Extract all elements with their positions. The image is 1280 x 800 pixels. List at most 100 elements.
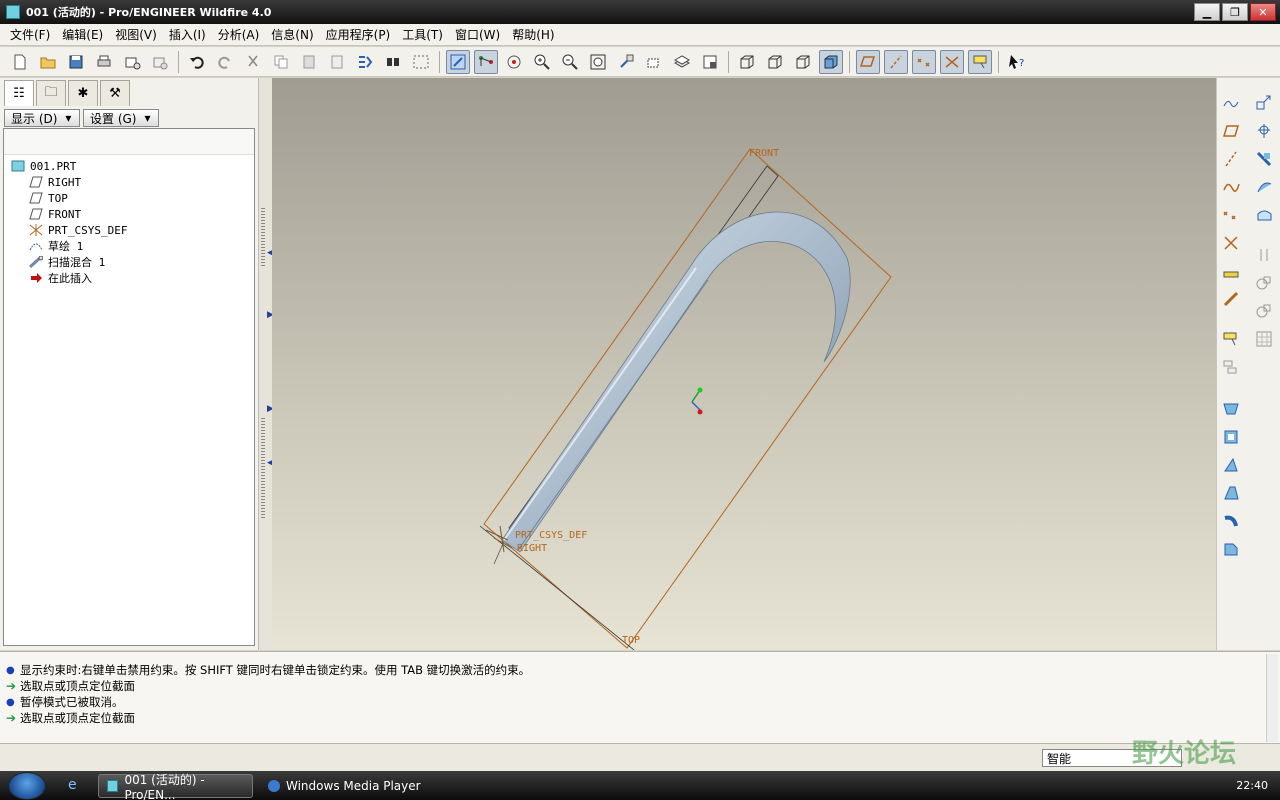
datum-curve-tool-icon[interactable] (1220, 176, 1242, 198)
minimize-button[interactable]: ▁ (1194, 3, 1220, 21)
paste-icon[interactable] (297, 50, 321, 74)
copy-icon[interactable] (269, 50, 293, 74)
save-icon[interactable] (64, 50, 88, 74)
redo-icon[interactable] (213, 50, 237, 74)
taskbar-button-media-player[interactable]: Windows Media Player (260, 774, 440, 798)
menu-tools[interactable]: 工具(T) (396, 26, 449, 43)
rib-tool-icon[interactable] (1220, 482, 1242, 504)
tab-folder-browser[interactable]: 🗀 (36, 80, 66, 106)
restore-button[interactable]: ❐ (1222, 3, 1248, 21)
message-text: 暂停模式已被取消。 (20, 695, 124, 709)
view-manager-icon[interactable] (698, 50, 722, 74)
swept-blend-body[interactable] (501, 211, 851, 553)
zoom-out-icon[interactable] (558, 50, 582, 74)
tree-item-insert-here[interactable]: 在此插入 (4, 270, 254, 286)
menu-file[interactable]: 文件(F) (4, 26, 56, 43)
open-folder-icon[interactable] (36, 50, 60, 74)
datum-point-display-icon[interactable] (912, 49, 936, 74)
csys-display-icon[interactable] (940, 49, 964, 74)
menu-applications[interactable]: 应用程序(P) (320, 26, 397, 43)
find-icon[interactable] (381, 50, 405, 74)
graphics-window[interactable]: FRONT PRT_CSYS_DEF RIGHT TOP (272, 78, 1216, 650)
taskbar-button-proe[interactable]: 001 (活动的) - Pro/EN... (98, 773, 253, 800)
shading-icon[interactable] (819, 49, 843, 74)
spin-center-icon[interactable] (474, 49, 498, 74)
menu-analysis[interactable]: 分析(A) (212, 26, 266, 43)
start-button[interactable] (8, 772, 46, 800)
browser-icon[interactable]: e (68, 777, 84, 793)
message-scrollbar[interactable] (1266, 654, 1278, 742)
paste-special-icon[interactable] (325, 50, 349, 74)
draft-tool-icon[interactable] (1220, 454, 1242, 476)
chamfer-tool-icon[interactable] (1220, 538, 1242, 560)
layers-icon[interactable] (670, 50, 694, 74)
no-hidden-icon[interactable] (791, 50, 815, 74)
saved-views-icon[interactable] (642, 50, 666, 74)
csys-tool-icon[interactable] (1220, 232, 1242, 254)
zoom-in-icon[interactable] (530, 50, 554, 74)
toolbar-separator (849, 50, 850, 73)
chain-tool-icon[interactable] (1220, 288, 1242, 310)
extend-tool-icon[interactable] (1253, 272, 1275, 294)
spin-center-z-axis (691, 401, 701, 411)
refit-icon[interactable] (586, 50, 610, 74)
menu-help[interactable]: 帮助(H) (506, 26, 560, 43)
repaint-icon[interactable] (446, 49, 470, 74)
project-tool-icon[interactable] (1253, 300, 1275, 322)
mirror-tool-icon[interactable] (1253, 120, 1275, 142)
hidden-line-icon[interactable] (763, 50, 787, 74)
menu-view[interactable]: 视图(V) (109, 26, 163, 43)
tree-item-right[interactable]: RIGHT (4, 174, 254, 190)
cut-icon[interactable] (241, 50, 265, 74)
panel-splitter[interactable]: ◀ ▶ ▶ ◀ (258, 78, 274, 650)
datum-axis-display-icon[interactable] (884, 49, 908, 74)
mail-attachment-icon[interactable] (148, 50, 172, 74)
tree-item-csys[interactable]: PRT_CSYS_DEF (4, 222, 254, 238)
new-file-icon[interactable] (8, 50, 32, 74)
pattern-tool-icon[interactable] (1253, 328, 1275, 350)
trim-tool-icon[interactable] (1253, 176, 1275, 198)
regenerate-icon[interactable] (353, 50, 377, 74)
copy-feature-icon[interactable] (1253, 92, 1275, 114)
tab-connections[interactable]: ⚒ (100, 80, 130, 106)
datum-plane-display-icon[interactable] (856, 49, 880, 74)
annotation-tool-icon[interactable] (1220, 328, 1242, 350)
tree-item-part[interactable]: 001.PRT (4, 158, 254, 174)
datum-point-tool-icon[interactable] (1220, 204, 1242, 226)
context-help-icon[interactable]: ? (1005, 50, 1029, 74)
round-tool-icon[interactable] (1220, 510, 1242, 532)
undo-icon[interactable] (185, 50, 209, 74)
show-dropdown[interactable]: 显示 (D) ▾ (4, 109, 80, 127)
tree-item-front[interactable]: FRONT (4, 206, 254, 222)
menu-window[interactable]: 窗口(W) (449, 26, 506, 43)
analysis-feature-icon[interactable] (1220, 260, 1242, 282)
orient-mode-icon[interactable] (502, 50, 526, 74)
selection-box-icon[interactable] (409, 50, 433, 74)
menu-insert[interactable]: 插入(I) (163, 26, 212, 43)
tab-model-tree[interactable]: ☷ (4, 80, 34, 106)
intersect-tool-icon[interactable] (1253, 244, 1275, 266)
menu-info[interactable]: 信息(N) (265, 26, 319, 43)
offset-tool-icon[interactable] (1253, 204, 1275, 226)
tree-item-swept-blend[interactable]: 扫描混合 1 (4, 254, 254, 270)
tab-favorites[interactable]: ✱ (68, 80, 98, 106)
reorient-icon[interactable] (614, 50, 638, 74)
clock[interactable]: 22:40 (1236, 779, 1268, 792)
annotation-display-icon[interactable] (968, 49, 992, 74)
shell-tool-icon[interactable] (1220, 426, 1242, 448)
menu-edit[interactable]: 编辑(E) (56, 26, 109, 43)
wireframe-icon[interactable] (735, 50, 759, 74)
send-mail-icon[interactable] (120, 50, 144, 74)
datum-plane-tool-icon[interactable] (1220, 120, 1242, 142)
group-tool-icon[interactable] (1220, 356, 1242, 378)
tree-item-top[interactable]: TOP (4, 190, 254, 206)
merge-tool-icon[interactable] (1253, 148, 1275, 170)
tree-item-sketch[interactable]: 草绘 1 (4, 238, 254, 254)
sketch-tool-icon[interactable] (1220, 92, 1242, 114)
print-icon[interactable] (92, 50, 116, 74)
close-button[interactable]: ✕ (1250, 3, 1276, 21)
extrude-tool-icon[interactable] (1220, 398, 1242, 420)
settings-dropdown[interactable]: 设置 (G) ▾ (83, 109, 159, 127)
datum-plane-front[interactable] (483, 148, 892, 649)
datum-axis-tool-icon[interactable] (1220, 148, 1242, 170)
